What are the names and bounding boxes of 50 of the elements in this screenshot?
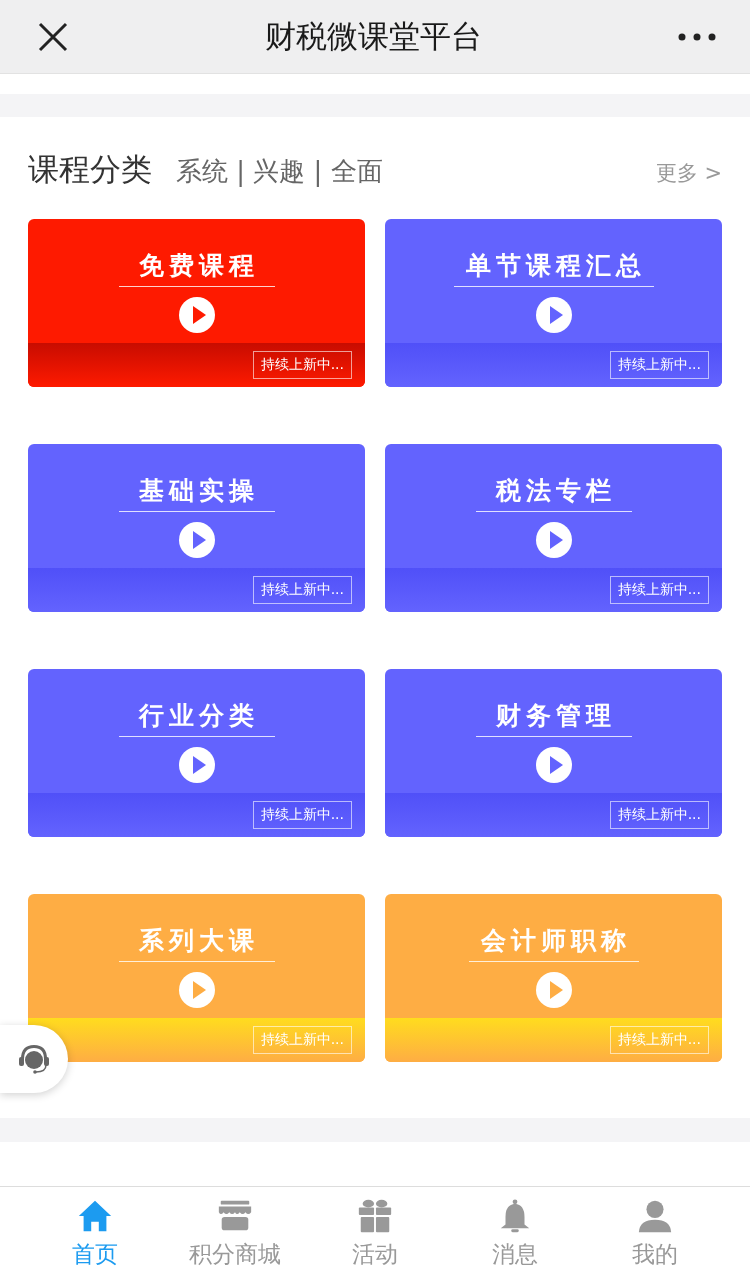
- status-label: 持续上新中...: [609, 801, 709, 829]
- close-icon[interactable]: [38, 21, 68, 52]
- play-icon: [535, 972, 572, 1008]
- section-title: 课程分类: [28, 150, 152, 189]
- card-title: 系列大课: [118, 924, 275, 962]
- section-subtitle: 系统 | 兴趣 | 全面: [176, 155, 383, 189]
- gift-icon: [356, 1197, 394, 1235]
- course-card[interactable]: 会计师职称 持续上新中...: [385, 894, 722, 1062]
- tab-label: 我的: [632, 1240, 678, 1269]
- more-link[interactable]: 更多 >: [655, 159, 722, 187]
- tab-item[interactable]: 首页: [30, 1187, 160, 1280]
- card-title: 会计师职称: [468, 924, 639, 962]
- play-icon: [535, 522, 572, 558]
- course-card[interactable]: 行业分类 持续上新中...: [28, 669, 365, 837]
- tab-label: 活动: [352, 1240, 398, 1269]
- course-card[interactable]: 系列大课 持续上新中...: [28, 894, 365, 1062]
- play-icon: [535, 747, 572, 783]
- course-card[interactable]: 税法专栏 持续上新中...: [385, 444, 722, 612]
- status-label: 持续上新中...: [252, 351, 352, 379]
- tab-item[interactable]: 消息: [450, 1187, 580, 1280]
- tab-label: 消息: [492, 1240, 538, 1269]
- support-button[interactable]: [0, 1025, 68, 1093]
- status-label: 持续上新中...: [252, 801, 352, 829]
- tab-item[interactable]: 我的: [590, 1187, 720, 1280]
- card-title: 基础实操: [118, 474, 275, 512]
- card-title: 财务管理: [475, 699, 632, 737]
- play-icon: [535, 297, 572, 333]
- play-icon: [178, 747, 215, 783]
- more-icon[interactable]: [678, 32, 716, 41]
- card-title: 单节课程汇总: [453, 249, 654, 287]
- card-title: 免费课程: [118, 249, 275, 287]
- tab-label: 首页: [72, 1240, 118, 1269]
- status-label: 持续上新中...: [609, 576, 709, 604]
- page-title: 财税微课堂平台: [264, 16, 482, 56]
- status-label: 持续上新中...: [609, 351, 709, 379]
- status-label: 持续上新中...: [609, 1026, 709, 1054]
- course-card[interactable]: 免费课程 持续上新中...: [28, 219, 365, 387]
- play-icon: [178, 297, 215, 333]
- tab-item[interactable]: 活动: [310, 1187, 440, 1280]
- status-label: 持续上新中...: [252, 1026, 352, 1054]
- play-icon: [178, 522, 215, 558]
- card-title: 行业分类: [118, 699, 275, 737]
- course-card[interactable]: 基础实操 持续上新中...: [28, 444, 365, 612]
- tab-item[interactable]: 积分商城: [170, 1187, 300, 1280]
- course-card[interactable]: 财务管理 持续上新中...: [385, 669, 722, 837]
- status-label: 持续上新中...: [252, 576, 352, 604]
- tab-label: 积分商城: [189, 1240, 281, 1269]
- course-card[interactable]: 单节课程汇总 持续上新中...: [385, 219, 722, 387]
- play-icon: [178, 972, 215, 1008]
- card-title: 税法专栏: [475, 474, 632, 512]
